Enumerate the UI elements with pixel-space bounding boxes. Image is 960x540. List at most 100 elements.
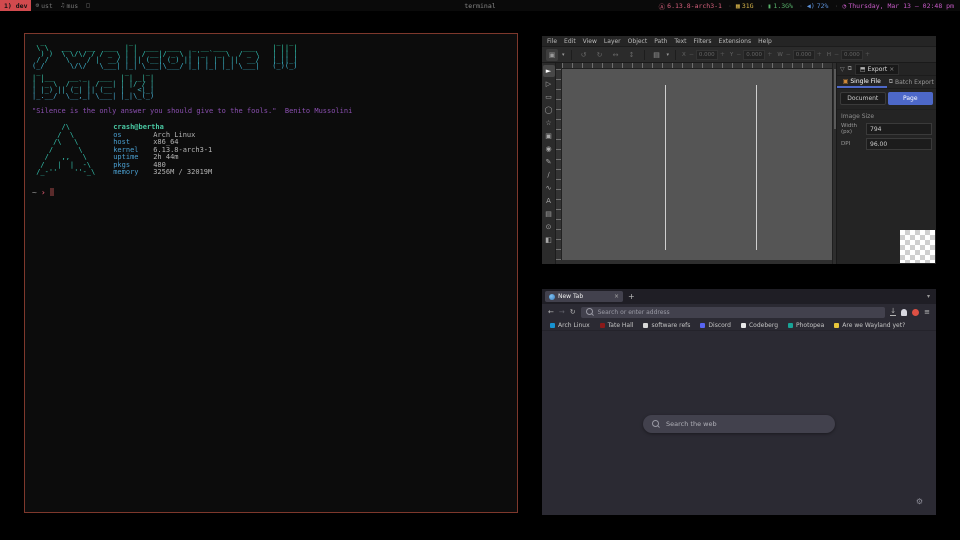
rotate-ccw-icon[interactable]: ↺ — [578, 49, 590, 61]
web-search-box[interactable]: Search the web — [643, 415, 835, 433]
terminal-window[interactable]: _ _ _ _ \ \ __ __ ___ | | ___ ___ _ __ _… — [24, 33, 518, 513]
dpi-input[interactable]: 96.00 — [866, 138, 932, 150]
bookmark-item[interactable]: Tate Hall — [600, 322, 634, 329]
reload-button[interactable]: ↻ — [570, 308, 576, 316]
dpi-label: DPI — [841, 141, 863, 147]
bookmark-item[interactable]: Discord — [700, 322, 731, 329]
horizontal-scrollbar[interactable] — [556, 260, 832, 264]
guide-line[interactable] — [756, 85, 757, 250]
active-tab[interactable]: New Tab × — [545, 291, 623, 302]
rectangle-tool-icon[interactable]: ▭ — [543, 91, 555, 103]
box-3d-tool-icon[interactable]: ▣ — [543, 130, 555, 142]
width-input[interactable]: 794 — [866, 123, 932, 135]
browser-window[interactable]: New Tab × + ▾ ← → ↻ Search or enter addr… — [542, 289, 936, 515]
field-value[interactable]: 0.000 — [793, 50, 815, 60]
extension-ghost-icon[interactable] — [901, 309, 907, 316]
field-value[interactable]: 0.000 — [841, 50, 863, 60]
bookmark-item[interactable]: Photopea — [788, 322, 824, 329]
menu-text[interactable]: Text — [674, 38, 686, 45]
field-value[interactable]: 0.000 — [743, 50, 765, 60]
increment-icon[interactable]: + — [864, 51, 871, 58]
ellipse-tool-icon[interactable]: ◯ — [543, 104, 555, 116]
prompt-symbol: › — [41, 188, 46, 197]
tab-batch-export[interactable]: ⧉ Batch Export — [887, 76, 937, 88]
divider — [644, 50, 645, 60]
paint-bucket-tool-icon[interactable]: ◧ — [543, 234, 555, 246]
menu-file[interactable]: File — [547, 38, 557, 45]
menu-extensions[interactable]: Extensions — [719, 38, 752, 45]
bookmark-item[interactable]: Arch Linux — [550, 322, 590, 329]
field-w: W−0.000+ — [777, 50, 823, 60]
rotate-cw-icon[interactable]: ↻ — [594, 49, 606, 61]
menu-help[interactable]: Help — [758, 38, 772, 45]
export-scope-buttons: Document Page — [837, 89, 936, 107]
export-dialog-tab[interactable]: ⬒ Export × — [855, 64, 899, 75]
field-value[interactable]: 0.000 — [696, 50, 718, 60]
batch-export-icon: ⧉ — [889, 78, 893, 86]
node-editor-tool-icon[interactable]: ▷ — [543, 78, 555, 90]
workspace-1) dev[interactable]: 1) dev — [0, 0, 31, 11]
spiral-tool-icon[interactable]: ◉ — [543, 143, 555, 155]
increment-icon[interactable]: + — [816, 51, 823, 58]
increment-icon[interactable]: + — [719, 51, 726, 58]
inkscape-canvas[interactable] — [562, 69, 832, 260]
gear-icon: ⚙ — [35, 2, 39, 9]
personalize-gear-icon[interactable]: ⚙ — [916, 497, 923, 506]
selector-mode-icon[interactable]: ▣ — [546, 49, 558, 61]
bookmark-item[interactable]: software refs — [643, 322, 690, 329]
docked-dialog-icon[interactable]: ▽ — [840, 66, 845, 73]
decrement-icon[interactable]: − — [785, 51, 792, 58]
inkscape-window[interactable]: File Edit View Layer Object Path Text Filters Ex… — [542, 36, 936, 264]
menu-edit[interactable]: Edit — [564, 38, 576, 45]
menu-path[interactable]: Path — [654, 38, 667, 45]
menu-hamburger-icon[interactable]: ≡ — [924, 308, 930, 316]
increment-icon[interactable]: + — [766, 51, 773, 58]
pencil-tool-icon[interactable]: ✎ — [543, 156, 555, 168]
calligraphy-tool-icon[interactable]: ∿ — [543, 182, 555, 194]
workspace-window[interactable]: □ — [82, 0, 94, 11]
text-tool-icon[interactable]: A — [543, 195, 555, 207]
back-button[interactable]: ← — [548, 308, 554, 316]
menu-view[interactable]: View — [583, 38, 597, 45]
menu-object[interactable]: Object — [628, 38, 648, 45]
flip-horizontal-icon[interactable]: ↔ — [610, 49, 622, 61]
pen-tool-icon[interactable]: ∕ — [543, 169, 555, 181]
menu-filters[interactable]: Filters — [694, 38, 712, 45]
menu-layer[interactable]: Layer — [604, 38, 621, 45]
forward-button[interactable]: → — [559, 308, 565, 316]
bookmark-item[interactable]: Are we Wayland yet? — [834, 322, 905, 329]
bookmark-item[interactable]: Codeberg — [741, 322, 778, 329]
guide-line[interactable] — [665, 85, 666, 250]
status-arch-logo: Ⓐ6.13.8-arch3-1· — [659, 1, 732, 11]
dropdown-arrow-icon[interactable]: ▾ — [667, 52, 670, 58]
shell-prompt[interactable]: ~ › — [32, 188, 510, 197]
docked-dialog-icon[interactable]: ⧉ — [848, 65, 852, 73]
tab-single-file[interactable]: ▣ Single File — [837, 76, 887, 88]
url-bar[interactable]: Search or enter address — [581, 307, 886, 318]
star-tool-icon[interactable]: ☆ — [543, 117, 555, 129]
downloads-icon[interactable]: ↓ — [890, 308, 896, 316]
dropper-tool-icon[interactable]: ⊙ — [543, 221, 555, 233]
new-tab-button[interactable]: + — [628, 292, 635, 301]
export-tab-label: Export — [868, 66, 888, 73]
close-icon[interactable]: × — [889, 66, 894, 73]
image-size-label: Image Size — [837, 109, 936, 122]
document-button[interactable]: Document — [840, 92, 886, 105]
list-tabs-chevron-icon[interactable]: ▾ — [927, 293, 933, 300]
gradient-tool-icon[interactable]: ▤ — [543, 208, 555, 220]
page-button[interactable]: Page — [888, 92, 934, 105]
music-note-icon: ♫ — [61, 2, 65, 9]
adblock-extension-icon[interactable] — [912, 309, 919, 316]
align-menu-icon[interactable]: ▤ — [651, 49, 663, 61]
dropdown-arrow-icon[interactable]: ▾ — [562, 52, 565, 58]
decrement-icon[interactable]: − — [833, 51, 840, 58]
bookmark-label: Codeberg — [749, 322, 778, 329]
selector-tool-icon[interactable]: ► — [543, 65, 555, 77]
prompt-path: ~ — [32, 188, 37, 197]
decrement-icon[interactable]: − — [688, 51, 695, 58]
decrement-icon[interactable]: − — [735, 51, 742, 58]
workspace-ust[interactable]: ⚙ust — [31, 0, 56, 11]
tab-close-icon[interactable]: × — [614, 293, 619, 300]
flip-vertical-icon[interactable]: ↕ — [626, 49, 638, 61]
workspace-mus[interactable]: ♫mus — [57, 0, 82, 11]
